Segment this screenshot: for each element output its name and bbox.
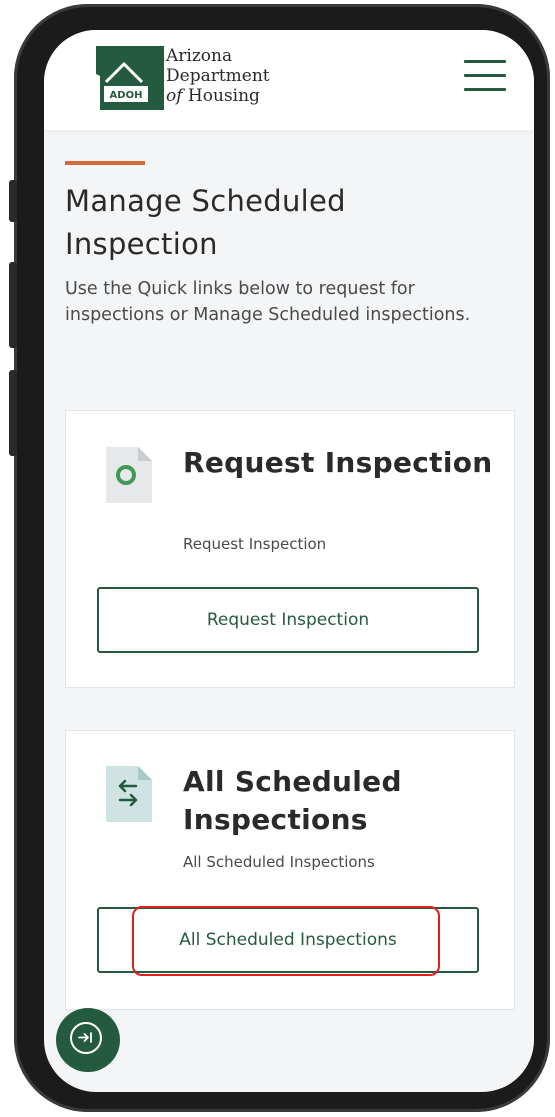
card-title: Request Inspection	[183, 446, 493, 479]
phone-volume-up-button	[9, 262, 17, 348]
logo-badge-text: ADOH	[110, 90, 143, 101]
collapse-panel-button[interactable]	[56, 1008, 120, 1072]
phone-mute-switch	[9, 180, 17, 222]
title-accent-bar	[65, 161, 145, 165]
hamburger-line	[464, 60, 506, 63]
logo-wordmark: Arizona Department of Housing	[166, 46, 270, 106]
logo-line-1: Arizona	[166, 46, 233, 66]
card-subtitle: Request Inspection	[183, 535, 327, 553]
hamburger-line	[464, 74, 506, 77]
all-scheduled-inspections-card: All Scheduled Inspections All Scheduled …	[65, 730, 515, 1010]
logo-line-3: of Housing	[166, 86, 270, 106]
all-scheduled-inspections-button[interactable]: All Scheduled Inspections	[97, 907, 479, 973]
card-subtitle: All Scheduled Inspections	[183, 853, 375, 871]
card-title: All Scheduled Inspections	[183, 765, 402, 836]
phone-volume-down-button	[9, 370, 17, 456]
hamburger-line	[464, 88, 506, 91]
screen: ADOH Arizona Department of Housing Manag…	[44, 30, 534, 1092]
request-inspection-card: Request Inspection Request Inspection Re…	[65, 410, 515, 688]
document-circle-icon	[106, 447, 152, 503]
logo-line-2: Department	[166, 66, 270, 86]
collapse-arrow-icon	[70, 1022, 102, 1054]
request-inspection-button[interactable]: Request Inspection	[97, 587, 479, 653]
logo-line-3-rest: Housing	[182, 86, 260, 106]
logo-line-3-italic: of	[166, 86, 183, 106]
page-description: Use the Quick links below to request for…	[65, 279, 471, 325]
page-title: Manage Scheduled Inspection	[65, 184, 346, 261]
document-swap-icon	[106, 766, 152, 822]
site-header: ADOH Arizona Department of Housing	[44, 30, 534, 130]
hamburger-menu-icon[interactable]	[464, 58, 506, 92]
